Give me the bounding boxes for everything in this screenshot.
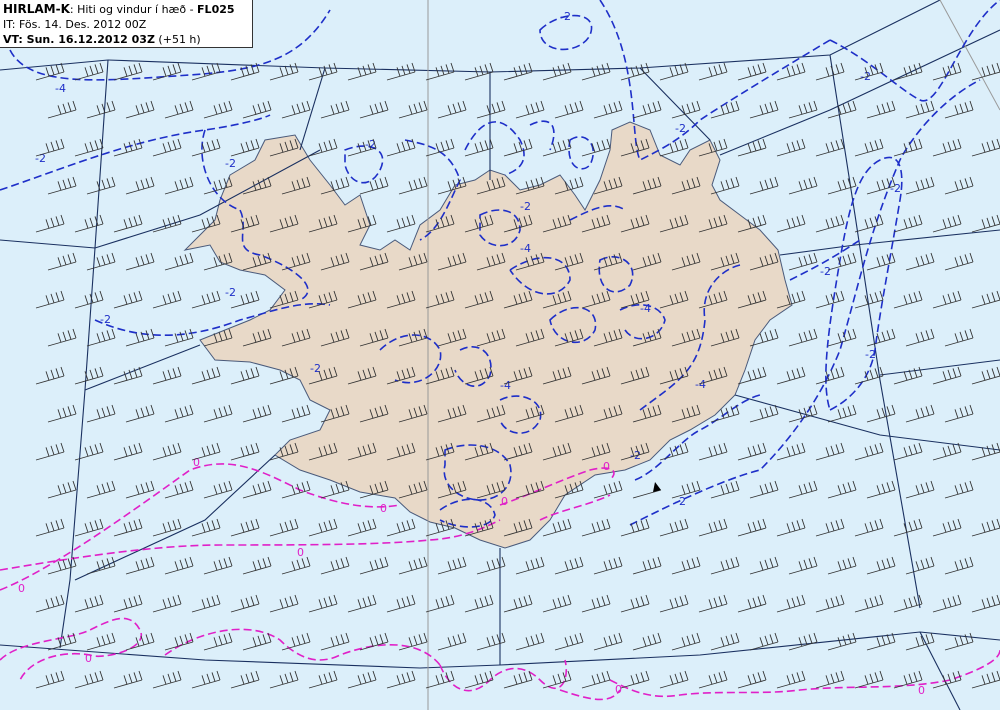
contour-label: -2 xyxy=(560,10,571,23)
contour-label: -4 xyxy=(500,379,511,392)
forecast-offset: (+51 h) xyxy=(154,33,201,46)
contour-label: 0 xyxy=(380,502,387,515)
contour-label: 0 xyxy=(297,546,304,559)
contour-label: -2 xyxy=(225,157,236,170)
contour-label: -2 xyxy=(225,286,236,299)
contour-label: -2 xyxy=(860,70,871,83)
contour-label: 0 xyxy=(18,582,25,595)
flight-level: FL025 xyxy=(197,3,235,16)
contour-label: 0 xyxy=(615,683,622,696)
contour-label: -2 xyxy=(890,182,901,195)
contour-label: 0 xyxy=(603,460,610,473)
contour-label: -2 xyxy=(820,265,831,278)
initial-time-label: IT: xyxy=(3,18,19,31)
initial-time-value: Fös. 14. Des. 2012 00Z xyxy=(18,18,147,31)
valid-time-value: VT: Sun. 16.12.2012 03Z xyxy=(3,33,155,46)
contour-label: 0 xyxy=(918,684,925,697)
contour-label: -2 xyxy=(865,348,876,361)
model-name: HIRLAM-K xyxy=(3,2,70,16)
map-title: Hiti og vindur í hæð - xyxy=(77,3,198,16)
initial-time-line: IT: Fös. 14. Des. 2012 00Z xyxy=(3,17,249,32)
contour-label: 0 xyxy=(85,652,92,665)
weather-map: -4 -2 -2 -2 -2 -2 -2 -2 -2 -2 -4 -4 -4 -… xyxy=(0,0,1000,710)
contour-label: -2 xyxy=(675,122,686,135)
title-line: HIRLAM-K: Hiti og vindur í hæð - FL025 xyxy=(3,2,249,17)
contour-label: -4 xyxy=(695,378,706,391)
contour-label: -4 xyxy=(55,82,66,95)
contour-label: -2 xyxy=(100,313,111,326)
contour-label: -4 xyxy=(520,242,531,255)
contour-label: 0 xyxy=(501,495,508,508)
contour-label: -4 xyxy=(640,302,651,315)
contour-label: -2 xyxy=(520,200,531,213)
valid-time-line: VT: Sun. 16.12.2012 03Z (+51 h) xyxy=(3,32,249,47)
map-title-box: HIRLAM-K: Hiti og vindur í hæð - FL025 I… xyxy=(0,0,253,48)
